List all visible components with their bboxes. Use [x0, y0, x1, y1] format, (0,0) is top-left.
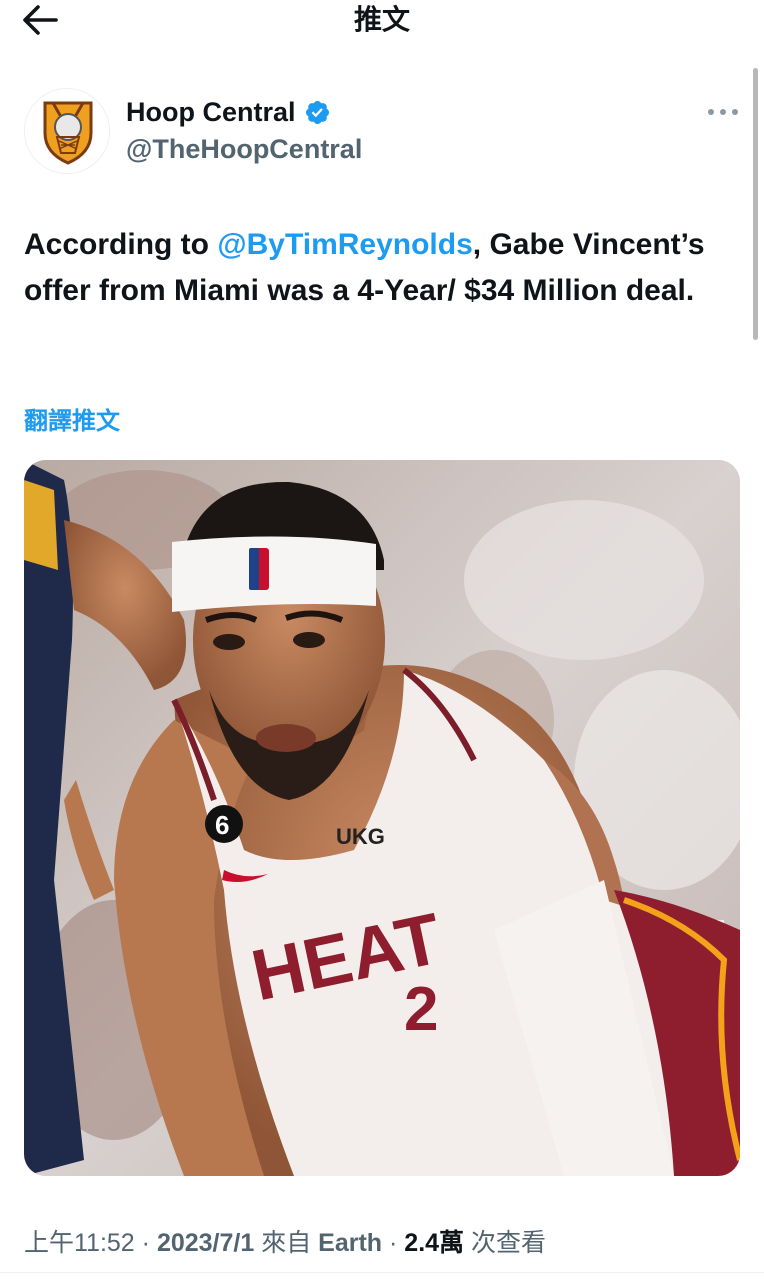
tweet-source: Earth — [318, 1229, 383, 1257]
scrollbar[interactable] — [753, 68, 758, 340]
views-count[interactable]: 2.4萬 — [404, 1229, 464, 1257]
page-title: 推文 — [353, 4, 410, 35]
translate-tweet-link[interactable]: 翻譯推文 — [24, 406, 120, 438]
svg-text:UKG: UKG — [336, 824, 385, 849]
views-label: 次查看 — [464, 1229, 547, 1257]
mention-link[interactable]: @ByTimReynolds — [217, 228, 472, 261]
tweet-text: According to @ByTimReynolds, Gabe Vincen… — [24, 222, 724, 314]
meta-separator: · — [134, 1229, 157, 1257]
more-horizontal-icon — [708, 109, 738, 115]
tweet-time[interactable]: 上午11:52 — [24, 1229, 135, 1257]
author-handle[interactable]: @TheHoopCentral — [126, 132, 362, 166]
avatar[interactable] — [24, 88, 110, 174]
meta-separator: · — [382, 1229, 405, 1257]
divider — [0, 1272, 764, 1273]
author-display-name[interactable]: Hoop Central — [126, 95, 296, 129]
top-bar: 推文 — [0, 0, 764, 44]
photo-illustration: HEAT 2 6 UKG — [24, 460, 740, 1176]
hoop-central-logo — [25, 89, 109, 173]
source-prefix: 來自 — [254, 1229, 319, 1257]
svg-text:2: 2 — [404, 975, 438, 1044]
svg-text:6: 6 — [215, 810, 229, 840]
more-options-button[interactable] — [706, 98, 740, 126]
verified-badge-icon — [305, 100, 329, 124]
tweet-text-before: According to — [24, 228, 218, 261]
tweet-meta: 上午11:52 · 2023/7/1 來自 Earth · 2.4萬 次查看 — [24, 1226, 546, 1260]
tweet-photo[interactable]: HEAT 2 6 UKG — [24, 460, 740, 1176]
tweet-date[interactable]: 2023/7/1 — [157, 1229, 254, 1257]
author-name-row[interactable]: Hoop Central — [126, 95, 331, 129]
